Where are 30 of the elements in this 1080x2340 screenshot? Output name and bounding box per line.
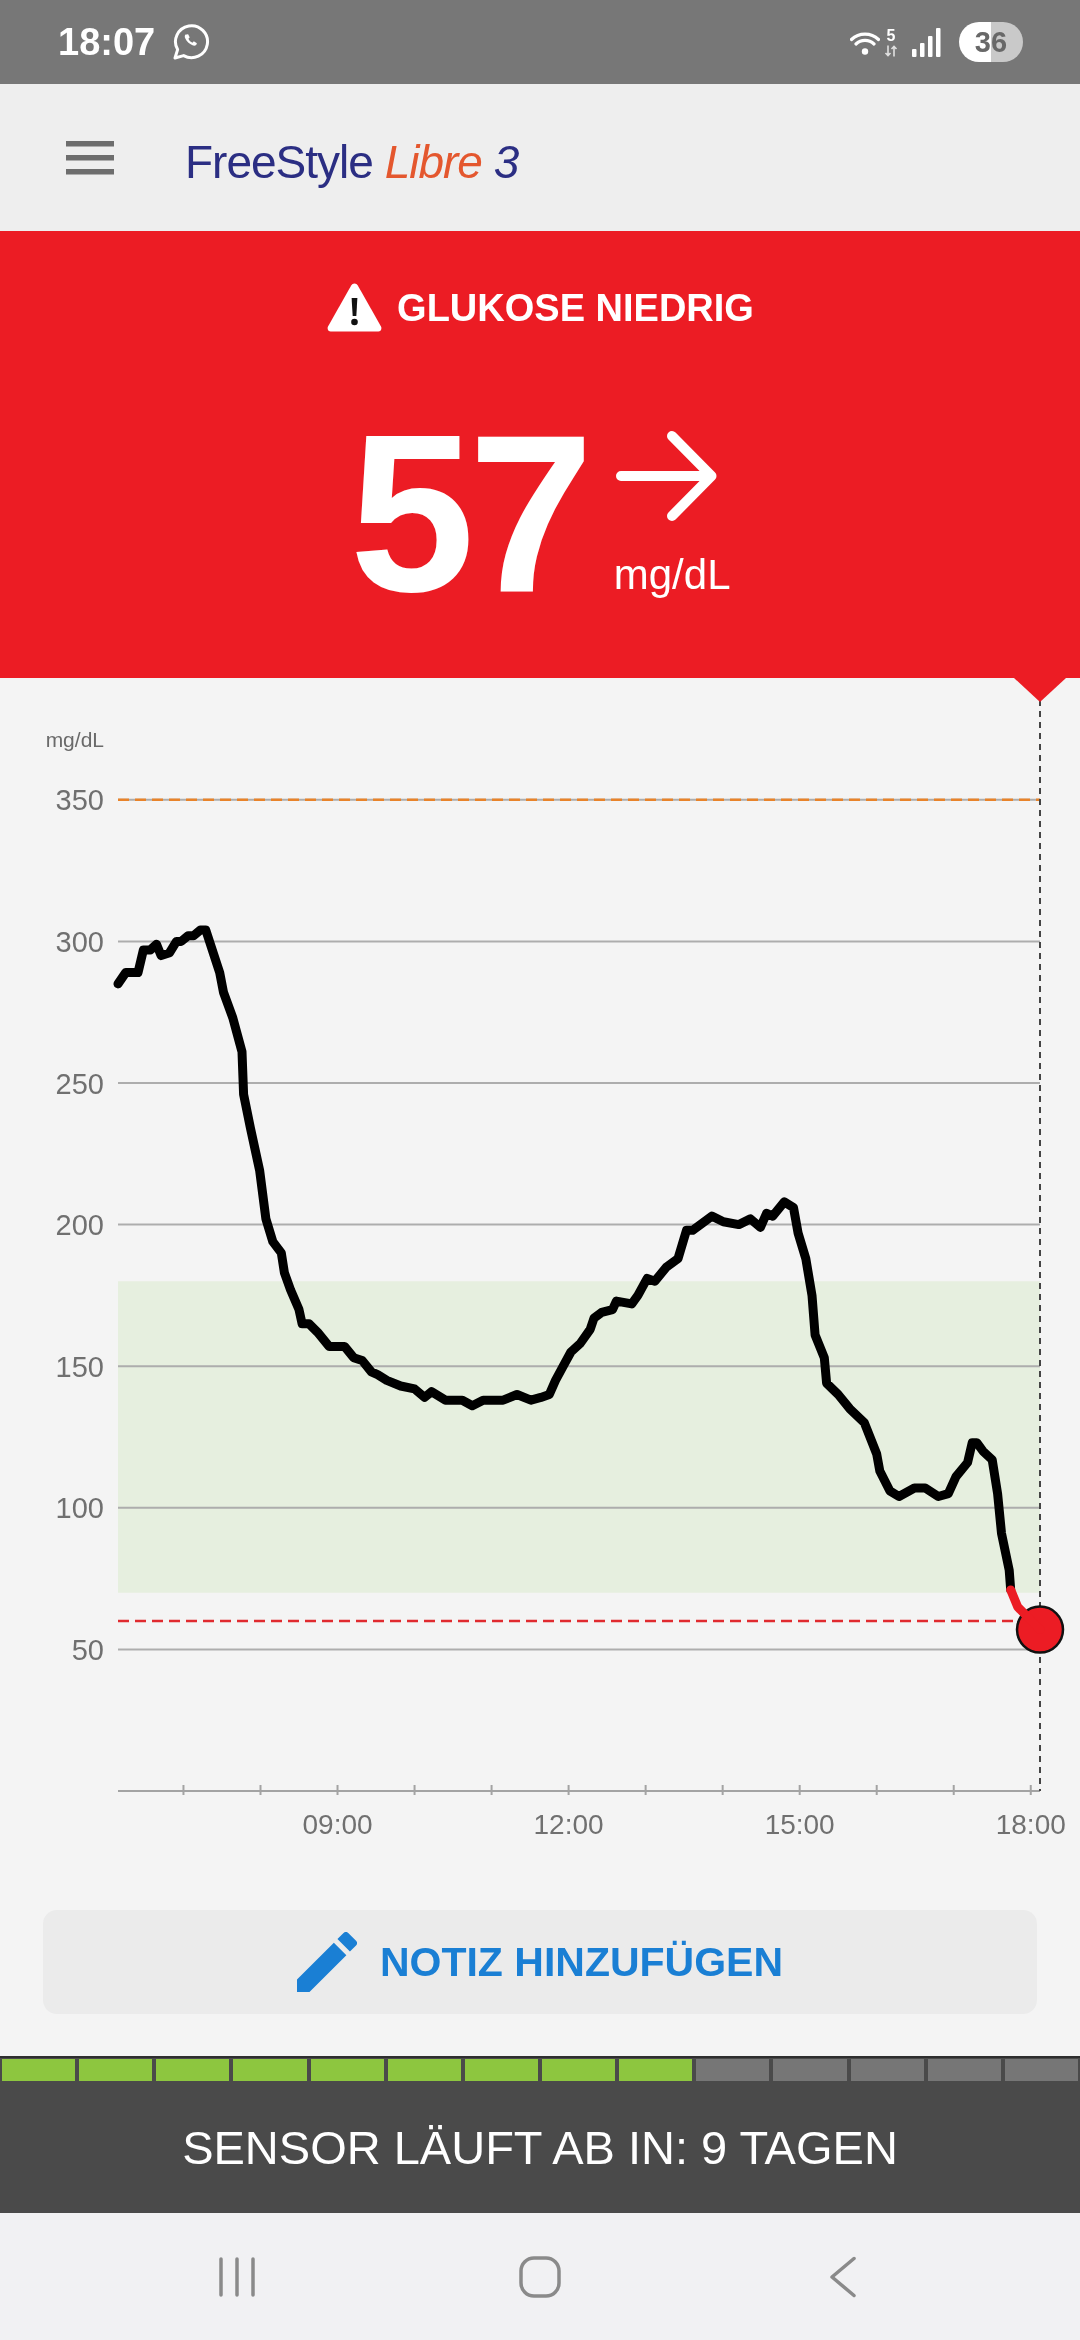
pencil-icon — [296, 1932, 357, 1992]
sensor-expiry-text: SENSOR LÄUFT AB IN: 9 TAGEN — [181, 2119, 899, 2176]
alert-title: GLUKOSE NIEDRIG — [397, 288, 754, 327]
phone-bubble-icon — [172, 23, 211, 61]
x-axis-label: 15:00 — [764, 1809, 835, 1840]
y-axis-label: 150 — [55, 1350, 104, 1383]
y-axis-label: 100 — [55, 1492, 104, 1525]
y-axis-label: 250 — [55, 1067, 104, 1100]
x-axis-label: 18:00 — [995, 1809, 1066, 1840]
y-axis-label: 50 — [71, 1633, 104, 1666]
home-icon[interactable] — [519, 2255, 561, 2298]
x-axis-label: 09:00 — [302, 1809, 373, 1840]
y-axis-label: 300 — [55, 925, 104, 958]
data-arrows-icon — [884, 44, 898, 57]
back-icon[interactable] — [829, 2255, 858, 2298]
network-type-label: 5 — [886, 27, 896, 44]
y-axis-label: 350 — [55, 784, 104, 817]
x-axis-label: 12:00 — [533, 1809, 604, 1840]
glucose-unit: mg/dL — [613, 554, 731, 596]
status-time: 18:07 — [58, 23, 156, 61]
recent-apps-icon[interactable] — [217, 2256, 256, 2297]
warning-icon — [326, 282, 384, 333]
menu-icon[interactable] — [66, 140, 114, 175]
add-note-button[interactable]: NOTIZ HINZUFÜGEN — [43, 1910, 1037, 2014]
y-axis-unit: mg/dL — [45, 728, 104, 751]
y-axis-label: 200 — [55, 1209, 104, 1242]
battery-indicator: 36 — [959, 22, 1023, 62]
signal-icon — [912, 27, 941, 57]
glucose-value: 57 — [349, 401, 588, 626]
current-value-marker — [1015, 1605, 1065, 1654]
